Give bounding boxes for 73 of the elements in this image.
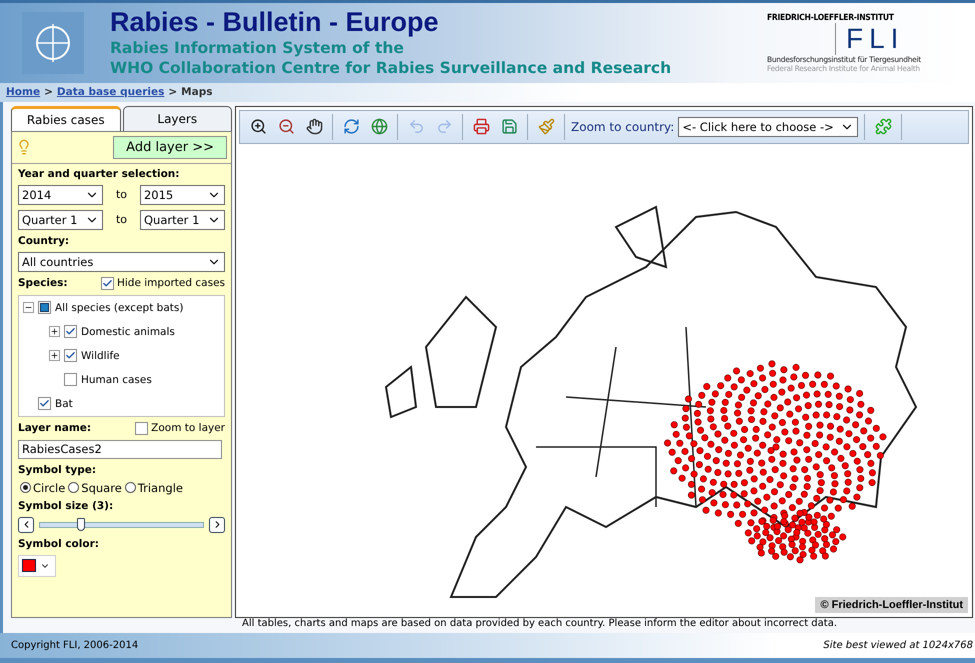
map-credit: © Friedrich-Loeffler-Institut (815, 596, 968, 613)
tab[interactable]: Layers (122, 106, 232, 131)
checkbox[interactable] (64, 373, 77, 386)
zoom-in-icon (250, 118, 266, 136)
site-subtitle: Rabies Information System of the (110, 38, 405, 58)
tab[interactable]: Rabies cases (11, 106, 120, 131)
slider-left-button[interactable] (18, 516, 34, 533)
year-select[interactable]: 2014 (18, 184, 103, 205)
copyright-text: Copyright FLI, 2006-2014 (11, 640, 138, 651)
country-zoom-select[interactable]: <- Click here to choose -> (678, 116, 858, 137)
undo-icon (408, 118, 424, 136)
checkbox-label: Hide imported cases (116, 277, 225, 290)
disclaimer-text: All tables, charts and maps are based on data provided by each country. Please inform the editor about incorrect data. (242, 618, 837, 629)
radio-button[interactable] (124, 482, 136, 494)
globe-icon (370, 118, 388, 136)
range-word: to (116, 188, 128, 202)
checkbox[interactable] (64, 349, 77, 362)
radio-label: Square (81, 480, 122, 495)
field-label: Layer name: (18, 422, 92, 434)
expand-icon[interactable] (49, 326, 60, 338)
field-label: Species: (18, 277, 68, 290)
slider-thumb[interactable] (76, 518, 85, 531)
field-label: Country: (18, 234, 70, 247)
breadcrumb-text: > (44, 86, 53, 98)
checkbox[interactable] (135, 422, 148, 435)
tree-item-label[interactable]: Bat (55, 398, 73, 410)
expand-icon[interactable] (49, 350, 60, 362)
tree-item-label[interactable]: All species (except bats) (55, 302, 184, 314)
radio-button[interactable] (68, 482, 80, 494)
radio-label: Circle (33, 480, 66, 495)
year-select[interactable]: 2015 (140, 184, 225, 205)
emblem-logo (22, 12, 84, 74)
save-icon (500, 118, 518, 136)
checkbox[interactable] (64, 325, 77, 338)
site-title: Rabies - Bulletin - Europe (110, 7, 440, 38)
tree-item-label[interactable]: Domestic animals (81, 326, 175, 338)
breadcrumb-text: Maps (181, 86, 212, 98)
collapse-icon[interactable] (23, 302, 34, 314)
range-word: to (116, 213, 128, 226)
radio-button[interactable] (20, 482, 31, 494)
tree-item-label[interactable]: Human cases (81, 374, 152, 386)
puzzle-icon (874, 118, 892, 136)
site-subtitle: WHO Collaboration Centre for Rabies Surveillance and Research (110, 58, 672, 78)
field-label: Symbol size (3): (18, 500, 114, 512)
breadcrumb-link[interactable]: Data base queries (56, 86, 164, 98)
resolution-hint: Site best viewed at 1024x768 (823, 640, 973, 651)
checkbox[interactable] (100, 276, 114, 290)
zoom-out-icon (278, 118, 294, 136)
color-picker[interactable] (18, 554, 56, 577)
printer-icon (472, 118, 490, 136)
breadcrumb-text: > (168, 86, 178, 98)
refresh-icon (342, 118, 360, 136)
quarter-select[interactable]: Quarter 1 (18, 210, 103, 230)
institute-logo: FLI (835, 22, 904, 55)
checkbox[interactable] (38, 397, 51, 410)
checkbox-label: Zoom to layer (151, 422, 225, 434)
redo-icon (436, 118, 452, 136)
section-label: Year and quarter selection: (18, 168, 180, 180)
hand-icon (306, 118, 322, 136)
layer-name-field[interactable]: RabiesCases2 (18, 440, 222, 459)
radio-label: Triangle (138, 480, 183, 495)
quarter-select[interactable]: Quarter 1 (140, 210, 225, 230)
add-layer-button[interactable]: Add layer >> (113, 136, 227, 159)
field-label: Symbol type: (18, 464, 98, 476)
breadcrumb-link[interactable]: Home (6, 86, 40, 98)
tree-item-label[interactable]: Wildlife (81, 350, 120, 362)
brush-icon (538, 118, 554, 136)
field-label: Symbol color: (18, 538, 100, 550)
checkbox[interactable] (38, 301, 51, 314)
country-select[interactable]: All countries (18, 252, 225, 272)
institute-name: FRIEDRICH-LOEFFLER-INSTITUT (767, 12, 894, 23)
zoom-label: Zoom to country: (571, 120, 674, 134)
slider-right-button[interactable] (209, 516, 225, 533)
